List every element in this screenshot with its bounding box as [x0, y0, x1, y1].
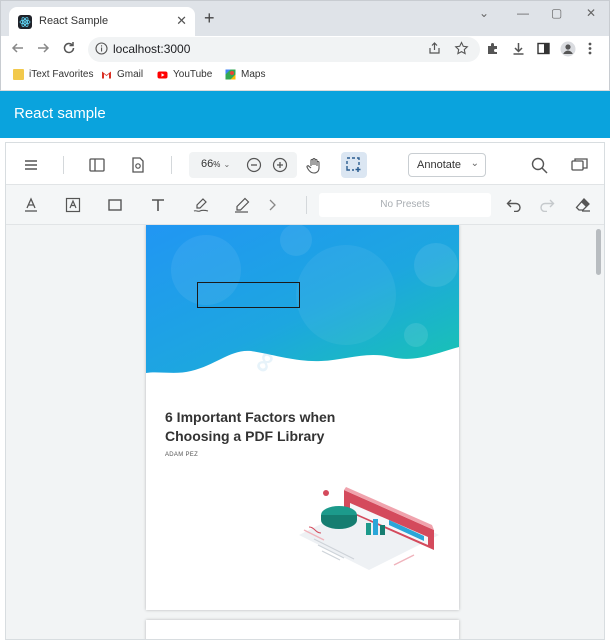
bookmark-label: Gmail [117, 69, 144, 80]
folder-icon [13, 69, 24, 80]
bookmark-gmail[interactable]: Gmail [101, 69, 143, 80]
forward-icon[interactable] [35, 40, 53, 58]
chevron-right-icon[interactable] [261, 194, 283, 216]
zoom-value: 66 [201, 158, 214, 170]
cover-background [146, 225, 459, 373]
bookmark-itext-favorites[interactable]: iText Favorites [13, 69, 93, 80]
left-panel-icon[interactable] [86, 154, 108, 176]
profile-icon[interactable] [560, 41, 576, 62]
menu-icon[interactable] [20, 154, 42, 176]
bookmark-label: Maps [241, 69, 266, 80]
app-header: React sample [0, 91, 610, 138]
comments-panel-icon[interactable] [568, 154, 590, 176]
tab-title: React Sample [39, 15, 109, 27]
eraser-icon[interactable] [572, 194, 594, 216]
zoom-dropdown[interactable]: 66% ⌄ [201, 158, 230, 170]
search-icon[interactable] [528, 154, 550, 176]
document-author: ADAM PEZ [165, 452, 199, 458]
toolbar-divider [63, 156, 64, 174]
toolbar-divider [306, 196, 307, 214]
isometric-chart-illustration [299, 487, 439, 570]
bookmark-maps[interactable]: Maps [225, 69, 265, 80]
bookmark-label: YouTube [173, 69, 213, 80]
bookmark-label: iText Favorites [29, 69, 94, 80]
style-presets-bar: No Presets [319, 193, 491, 217]
bookmarks-bar: iText Favorites Gmail YouTube Maps [0, 63, 610, 91]
viewer-top-toolbar: 66% ⌄ Annotate ⌄ [6, 143, 604, 185]
freehand-pen-icon[interactable] [231, 194, 253, 216]
undo-icon[interactable] [503, 194, 525, 216]
side-panel-icon[interactable] [536, 41, 551, 61]
zoom-control: 66% ⌄ [189, 152, 297, 178]
browser-menu-icon[interactable] [587, 41, 593, 61]
bookmark-youtube[interactable]: YouTube [157, 69, 212, 80]
pdf-viewer: 66% ⌄ Annotate ⌄ No Presets ∞ 6 Importan… [5, 142, 605, 640]
address-bar[interactable]: localhost:3000 [88, 37, 480, 62]
close-window-icon[interactable]: ✕ [586, 6, 596, 20]
toolbar-divider [171, 156, 172, 174]
back-icon[interactable] [10, 40, 28, 58]
pdf-page-2 [146, 620, 459, 639]
text-underline-icon[interactable] [20, 194, 42, 216]
scrollbar-thumb[interactable] [596, 229, 601, 275]
text-select-tool[interactable] [341, 152, 367, 178]
reload-icon[interactable] [61, 40, 79, 58]
text-tool-icon[interactable] [147, 194, 169, 216]
toolbar-mode-label: Annotate [417, 159, 462, 171]
annotation-tools-row: No Presets [6, 185, 604, 225]
chevron-down-icon: ⌄ [223, 160, 231, 169]
document-title: 6 Important Factors when Choosing a PDF … [165, 409, 336, 444]
tab-close-icon[interactable]: ✕ [176, 14, 187, 28]
youtube-icon [157, 69, 168, 80]
vertical-scrollbar[interactable] [592, 225, 604, 639]
gmail-icon [101, 69, 112, 80]
zoom-in-icon[interactable] [272, 157, 288, 178]
redo-icon[interactable] [536, 194, 558, 216]
site-info-icon[interactable] [95, 42, 108, 60]
zoom-out-icon[interactable] [246, 157, 262, 178]
browser-tab[interactable]: React Sample ✕ [9, 7, 195, 37]
browser-tab-strip: React Sample ✕ + ⌄ — ▢ ✕ [0, 0, 610, 37]
rectangle-icon[interactable] [104, 194, 126, 216]
pan-hand-icon[interactable] [303, 154, 325, 176]
page-view-icon[interactable] [127, 154, 149, 176]
selection-rectangle[interactable] [197, 282, 300, 308]
tab-search-icon[interactable]: ⌄ [479, 6, 489, 20]
zoom-unit: % [213, 160, 221, 169]
maps-icon [225, 69, 236, 80]
chevron-down-icon: ⌄ [470, 158, 479, 169]
pdf-page-1: ∞ 6 Important Factors when Choosing a PD… [146, 225, 459, 610]
toolbar-mode-dropdown[interactable]: Annotate ⌄ [408, 153, 486, 177]
app-title: React sample [14, 105, 106, 122]
marquee-select-icon [346, 157, 362, 178]
url-text[interactable]: localhost:3000 [113, 42, 190, 56]
new-tab-button[interactable]: + [204, 9, 215, 27]
react-favicon-icon [18, 15, 32, 29]
download-icon[interactable] [511, 41, 526, 61]
presets-placeholder: No Presets [380, 199, 430, 210]
browser-toolbar: localhost:3000 [0, 36, 610, 63]
extensions-icon[interactable] [485, 41, 500, 61]
signature-icon[interactable] [190, 194, 212, 216]
bookmark-star-icon[interactable] [454, 41, 469, 61]
minimize-icon[interactable]: — [517, 6, 529, 20]
share-icon[interactable] [427, 41, 442, 61]
document-canvas[interactable]: ∞ 6 Important Factors when Choosing a PD… [6, 225, 604, 639]
maximize-icon[interactable]: ▢ [551, 6, 562, 20]
free-text-icon[interactable] [62, 194, 84, 216]
